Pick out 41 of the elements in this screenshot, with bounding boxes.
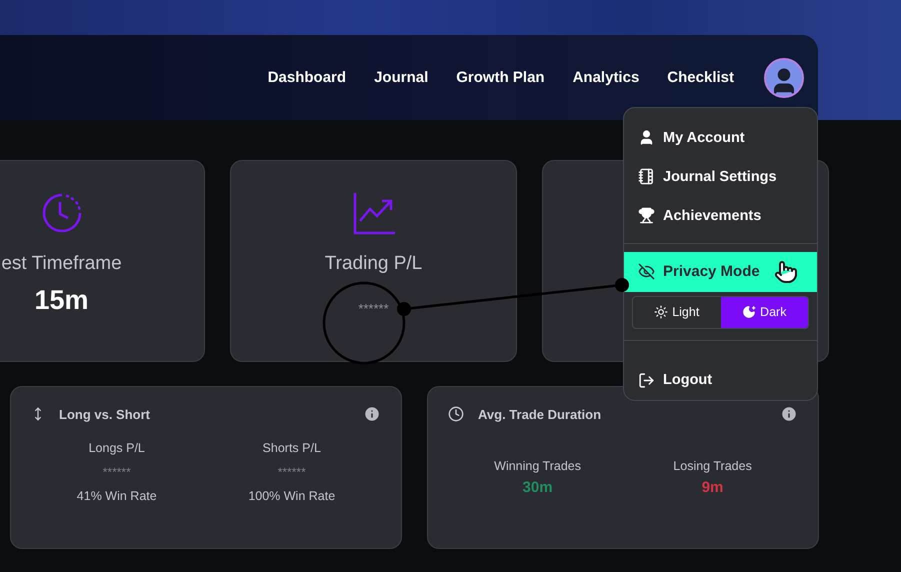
nav-link[interactable]: Growth Plan	[442, 69, 559, 86]
trophy-icon	[638, 207, 655, 224]
menu-item[interactable]: My Account	[624, 118, 817, 158]
avatar-icon[interactable]	[764, 58, 804, 98]
eye-off-icon	[638, 263, 655, 280]
privacy-mode-item[interactable]: Privacy Mode	[624, 252, 817, 292]
notebook-icon	[638, 168, 655, 186]
stat-value: 15m	[34, 285, 89, 316]
person-icon	[638, 129, 655, 146]
menu-item[interactable]: Achievements	[624, 196, 817, 236]
stat-label: Trading P/L	[324, 253, 422, 275]
theme-option[interactable]: Light	[633, 296, 720, 328]
column-label: Losing Trades	[673, 459, 752, 473]
nav-link[interactable]: Analytics	[558, 69, 654, 86]
win-rate: 100% Win Rate	[248, 489, 336, 503]
nav-link[interactable]: Dashboard	[254, 69, 360, 86]
stat-value: ******	[358, 301, 389, 316]
column-label: Longs P/L	[88, 441, 145, 455]
card-title: Long vs. Short	[59, 406, 151, 422]
logout-item[interactable]: Logout	[624, 360, 817, 400]
stat-label: est Timeframe	[1, 253, 122, 275]
masked-value: ******	[278, 465, 306, 479]
sun-icon	[654, 305, 668, 320]
logout-icon	[638, 372, 655, 389]
info-icon[interactable]	[780, 405, 798, 423]
duration-value: 9m	[702, 479, 724, 496]
nav-link[interactable]: Checklist	[653, 69, 748, 86]
line-chart-icon	[352, 191, 396, 235]
win-rate: 41% Win Rate	[76, 489, 157, 503]
info-icon[interactable]	[363, 405, 381, 423]
nav-link[interactable]: Journal	[360, 69, 442, 86]
card-title: Avg. Trade Duration	[478, 406, 602, 422]
clock-icon	[448, 406, 464, 422]
duration-value: 30m	[522, 479, 553, 496]
pointer-hand-icon	[774, 260, 798, 284]
moon-icon	[742, 305, 756, 320]
column-label: Winning Trades	[494, 459, 581, 473]
column-label: Shorts P/L	[262, 441, 321, 455]
theme-option[interactable]: Dark	[720, 296, 808, 328]
masked-value: ******	[102, 465, 131, 479]
menu-item[interactable]: Journal Settings	[624, 157, 817, 196]
